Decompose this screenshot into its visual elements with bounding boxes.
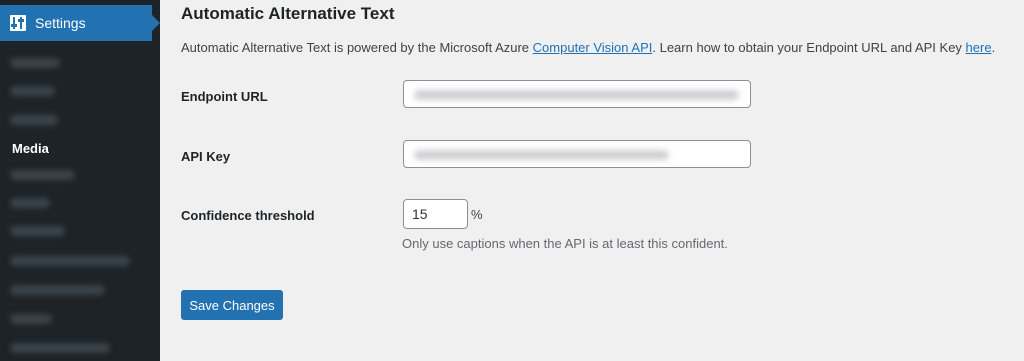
api-key-label: API Key (181, 149, 231, 164)
description-text: . Learn how to obtain your Endpoint URL … (652, 40, 966, 55)
admin-sidebar: Settings Media (0, 0, 160, 361)
sidebar-subitem-blurred[interactable] (10, 58, 60, 68)
sidebar-subitem-blurred[interactable] (10, 115, 58, 125)
sidebar-subitem-blurred[interactable] (10, 285, 105, 295)
sidebar-subitem-blurred[interactable] (10, 256, 130, 266)
percent-unit: % (471, 207, 483, 222)
description-text: Automatic Alternative Text is powered by… (181, 40, 533, 55)
redacted-value (414, 150, 669, 160)
endpoint-url-label: Endpoint URL (181, 89, 268, 104)
section-description: Automatic Alternative Text is powered by… (181, 40, 995, 55)
confidence-threshold-input[interactable] (403, 199, 468, 229)
section-title: Automatic Alternative Text (181, 4, 395, 23)
confidence-threshold-label: Confidence threshold (181, 208, 315, 223)
sidebar-subitem-blurred[interactable] (10, 86, 55, 96)
sidebar-subitem-blurred[interactable] (10, 198, 50, 208)
computer-vision-api-link[interactable]: Computer Vision API (533, 40, 653, 55)
sidebar-subitem-blurred[interactable] (10, 170, 75, 180)
description-text: . (991, 40, 996, 55)
save-changes-button[interactable]: Save Changes (181, 290, 283, 320)
settings-sliders-icon (10, 15, 26, 31)
redacted-value (414, 90, 739, 100)
sidebar-item-settings[interactable]: Settings (0, 5, 160, 41)
sidebar-subitem-blurred[interactable] (10, 314, 52, 324)
api-key-input[interactable] (403, 140, 751, 168)
here-link[interactable]: here (966, 40, 992, 55)
sidebar-subitem-blurred[interactable] (10, 343, 110, 353)
sidebar-subitem-blurred[interactable] (10, 226, 65, 236)
endpoint-url-input[interactable] (403, 80, 751, 108)
sidebar-subitem-media[interactable]: Media (12, 141, 49, 156)
confidence-help-text: Only use captions when the API is at lea… (402, 236, 728, 251)
sidebar-item-settings-label: Settings (35, 15, 86, 31)
